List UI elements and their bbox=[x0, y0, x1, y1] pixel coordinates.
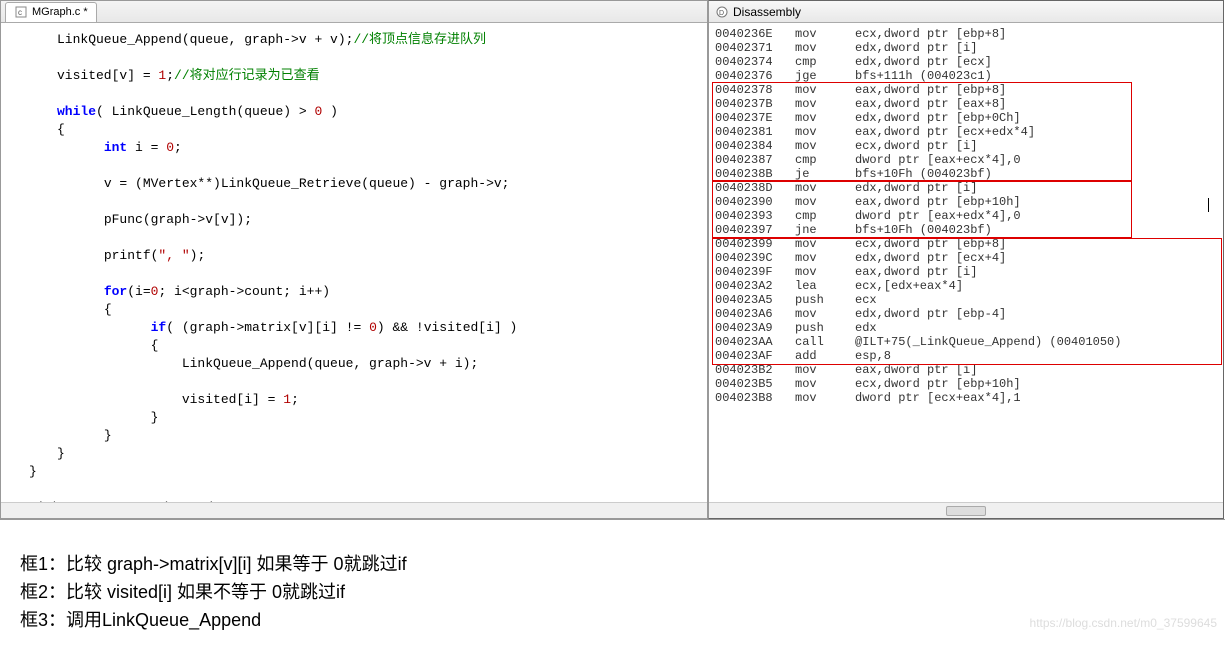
disasm-row[interactable]: 0040237Emovedx,dword ptr [ebp+0Ch] bbox=[715, 111, 1217, 125]
disasm-row[interactable]: 00402390moveax,dword ptr [ebp+10h] bbox=[715, 195, 1217, 209]
disasm-row[interactable]: 00402374cmpedx,dword ptr [ecx] bbox=[715, 55, 1217, 69]
disasm-row[interactable]: 00402384movecx,dword ptr [i] bbox=[715, 139, 1217, 153]
disassembly-pane: D Disassembly 0040236Emovecx,dword ptr [… bbox=[708, 0, 1224, 519]
code-hscroll[interactable] bbox=[1, 502, 707, 518]
annotation-line-1: 框1：比较 graph->matrix[v][i] 如果等于 0就跳过if bbox=[20, 550, 1205, 578]
disassembly-icon: D bbox=[715, 5, 729, 19]
disasm-row[interactable]: 00402397jnebfs+10Fh (004023bf) bbox=[715, 223, 1217, 237]
disasm-row[interactable]: 004023A5pushecx bbox=[715, 293, 1217, 307]
disasm-row[interactable]: 004023B2moveax,dword ptr [i] bbox=[715, 363, 1217, 377]
disasm-row[interactable]: 0040238Bjebfs+10Fh (004023bf) bbox=[715, 167, 1217, 181]
svg-text:D: D bbox=[719, 10, 724, 17]
disasm-row[interactable]: 004023AAcall@ILT+75(_LinkQueue_Append) (… bbox=[715, 335, 1217, 349]
disasm-hscroll[interactable] bbox=[709, 502, 1223, 518]
file-tab[interactable]: c MGraph.c * bbox=[5, 2, 97, 22]
disasm-row[interactable]: 0040237Bmoveax,dword ptr [eax+8] bbox=[715, 97, 1217, 111]
annotation-block: 框1：比较 graph->matrix[v][i] 如果等于 0就跳过if 框2… bbox=[0, 520, 1225, 664]
text-caret bbox=[1208, 198, 1209, 212]
disasm-row[interactable]: 004023B8movdword ptr [ecx+eax*4],1 bbox=[715, 391, 1217, 405]
tab-bar: c MGraph.c * bbox=[1, 1, 707, 23]
scroll-thumb[interactable] bbox=[946, 506, 986, 516]
annotation-line-3: 框3：调用LinkQueue_Append bbox=[20, 606, 1205, 634]
code-editor-pane: c MGraph.c * LinkQueue_Append(queue, gra… bbox=[0, 0, 708, 519]
disasm-row[interactable]: 0040238Dmovedx,dword ptr [i] bbox=[715, 181, 1217, 195]
annotation-line-2: 框2：比较 visited[i] 如果不等于 0就跳过if bbox=[20, 578, 1205, 606]
disasm-row[interactable]: 004023A6movedx,dword ptr [ebp-4] bbox=[715, 307, 1217, 321]
file-tab-label: MGraph.c * bbox=[32, 6, 88, 18]
disasm-row[interactable]: 004023A2leaecx,[edx+eax*4] bbox=[715, 279, 1217, 293]
disasm-row[interactable]: 00402371movedx,dword ptr [i] bbox=[715, 41, 1217, 55]
watermark: https://blog.csdn.net/m0_37599645 bbox=[1030, 616, 1217, 630]
ide-panes: c MGraph.c * LinkQueue_Append(queue, gra… bbox=[0, 0, 1225, 520]
disasm-row[interactable]: 00402381moveax,dword ptr [ecx+edx*4] bbox=[715, 125, 1217, 139]
disasm-row[interactable]: 00402378moveax,dword ptr [ebp+8] bbox=[715, 83, 1217, 97]
disasm-row[interactable]: 00402387cmpdword ptr [eax+ecx*4],0 bbox=[715, 153, 1217, 167]
disasm-row[interactable]: 00402393cmpdword ptr [eax+edx*4],0 bbox=[715, 209, 1217, 223]
disassembly-listing[interactable]: 0040236Emovecx,dword ptr [ebp+8]00402371… bbox=[709, 23, 1223, 502]
disasm-row[interactable]: 00402376jgebfs+111h (004023c1) bbox=[715, 69, 1217, 83]
disasm-row[interactable]: 004023B5movecx,dword ptr [ebp+10h] bbox=[715, 377, 1217, 391]
disasm-row[interactable]: 0040236Emovecx,dword ptr [ebp+8] bbox=[715, 27, 1217, 41]
app-root: c MGraph.c * LinkQueue_Append(queue, gra… bbox=[0, 0, 1225, 640]
disassembly-title: Disassembly bbox=[733, 5, 801, 19]
disassembly-title-bar: D Disassembly bbox=[709, 1, 1223, 23]
disasm-row[interactable]: 004023AFaddesp,8 bbox=[715, 349, 1217, 363]
disasm-row[interactable]: 0040239Cmovedx,dword ptr [ecx+4] bbox=[715, 251, 1217, 265]
disasm-row[interactable]: 004023A9pushedx bbox=[715, 321, 1217, 335]
disasm-row[interactable]: 0040239Fmoveax,dword ptr [i] bbox=[715, 265, 1217, 279]
svg-text:c: c bbox=[18, 8, 22, 17]
disasm-row[interactable]: 00402399movecx,dword ptr [ebp+8] bbox=[715, 237, 1217, 251]
code-area[interactable]: LinkQueue_Append(queue, graph->v + v);//… bbox=[1, 23, 707, 502]
c-file-icon: c bbox=[14, 5, 28, 19]
